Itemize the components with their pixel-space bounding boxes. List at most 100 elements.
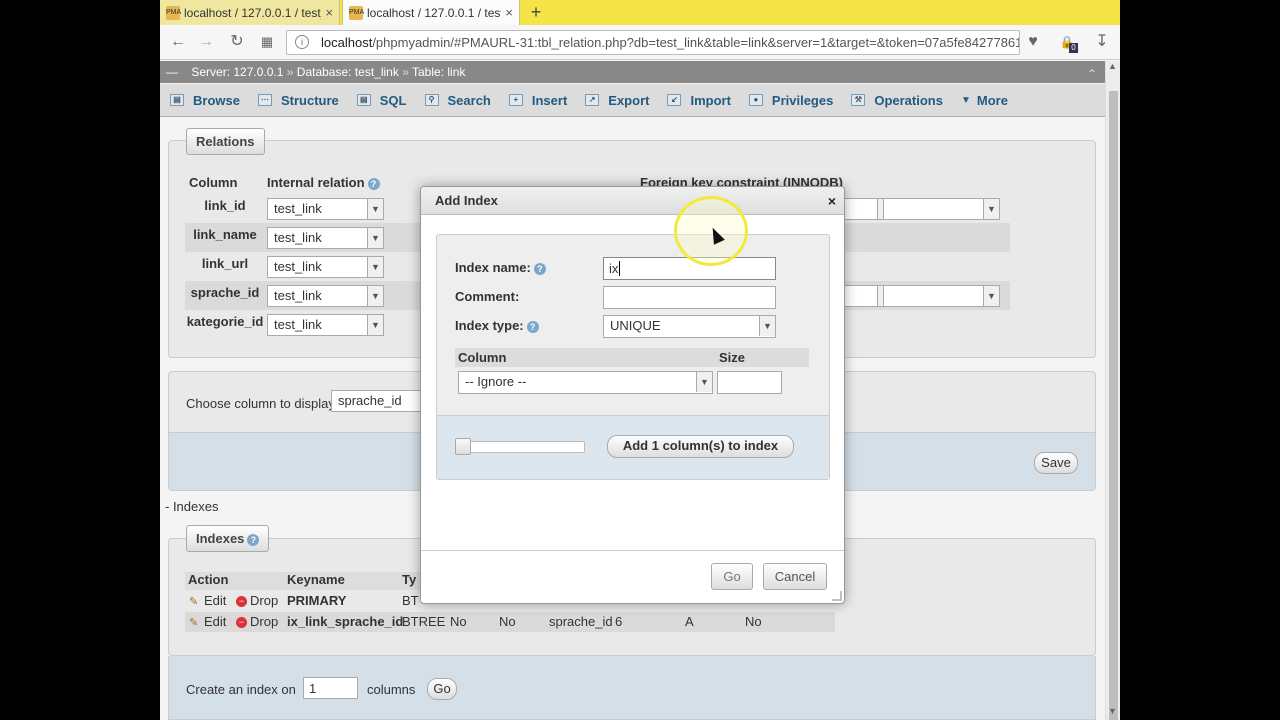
tab-privileges[interactable]: ● Privileges [748, 93, 833, 108]
index-null: No [745, 614, 762, 629]
close-icon[interactable]: × [828, 187, 836, 215]
scroll-down-icon[interactable]: ▼ [1108, 706, 1117, 716]
tab-insert[interactable]: + Insert [508, 93, 567, 108]
resize-grip-icon[interactable] [832, 591, 842, 601]
fk-column-select[interactable]: ▼ [883, 285, 1000, 307]
indexes-legend: Indexes? [186, 525, 270, 552]
tab-title: localhost / 127.0.0.1 / test_ [367, 5, 502, 20]
index-size-input[interactable] [717, 371, 782, 394]
scroll-top-icon[interactable]: ⌃ [1087, 63, 1097, 85]
new-tab-button[interactable]: + [526, 0, 546, 25]
chevron-down-icon: ▼ [367, 228, 383, 248]
chevron-down-icon: ▼ [983, 286, 999, 306]
comment-input[interactable] [603, 286, 776, 309]
reload-icon[interactable]: ↻ [227, 32, 247, 52]
database-crumb[interactable]: Database: test_link [297, 65, 399, 79]
create-index-label: Create an index on [186, 682, 296, 697]
structure-icon: ⋯ [257, 94, 272, 106]
create-index-go-button[interactable]: Go [427, 678, 457, 700]
edit-link[interactable]: ✎ Edit [189, 614, 226, 629]
relations-legend: Relations [186, 128, 265, 155]
relation-column-name: sprache_id [190, 285, 260, 300]
url-path: /phpmyadmin/#PMAURL-31:tbl_relation.php?… [372, 35, 1020, 50]
dialog-footer: Go Cancel [421, 550, 844, 604]
display-column-select[interactable]: sprache_id [331, 390, 426, 412]
dialog-go-button[interactable]: Go [711, 563, 753, 590]
forward-icon[interactable]: → [196, 32, 216, 52]
help-icon[interactable]: ? [247, 533, 260, 546]
table-crumb[interactable]: Table: link [412, 65, 465, 79]
tab-sql[interactable]: ▤ SQL [356, 93, 407, 108]
scrollbar-thumb[interactable] [1109, 91, 1118, 720]
index-cardinality: 6 [615, 614, 623, 629]
chevron-down-icon: ▼ [960, 94, 971, 106]
index-name-label: Index name:? [455, 260, 546, 275]
tab-close-icon[interactable]: × [325, 5, 333, 20]
index-name-input[interactable]: ix [603, 257, 776, 280]
edit-link[interactable]: ✎ Edit [189, 593, 226, 608]
page-info-icon[interactable]: i [295, 35, 309, 49]
help-icon[interactable]: ? [367, 177, 380, 190]
pma-favicon-icon: PMA [349, 5, 364, 20]
tab-search[interactable]: ⚲ Search [424, 93, 491, 108]
browser-tab-1[interactable]: PMA localhost / 127.0.0.1 / test_ × [160, 0, 340, 25]
drop-icon: − [236, 617, 247, 629]
apps-grid-icon[interactable]: ▦ [257, 32, 277, 52]
scroll-up-icon[interactable]: ▲ [1108, 61, 1117, 71]
columns-label: columns [367, 682, 416, 697]
tab-import[interactable]: ↙ Import [667, 93, 731, 108]
collapse-icon[interactable]: — [166, 65, 178, 79]
column-header: Column [189, 175, 238, 190]
relation-db-select[interactable]: test_link ▼ [267, 198, 384, 220]
chevron-down-icon: ▼ [759, 316, 775, 336]
tab-structure[interactable]: ⋯ Structure [257, 93, 339, 108]
index-type-select[interactable]: UNIQUE ▼ [603, 315, 776, 338]
relation-db-select[interactable]: test_link ▼ [267, 285, 384, 307]
tab-close-icon[interactable]: × [505, 5, 513, 20]
tab-more[interactable]: ▼ More [961, 93, 1008, 108]
comment-label: Comment: [455, 289, 520, 304]
index-row: ✎ Edit − Drop ix_link_sprache_id BTREE No … [185, 612, 835, 632]
help-icon[interactable]: ? [533, 262, 546, 275]
back-icon[interactable]: ← [168, 32, 188, 52]
index-column-select[interactable]: -- Ignore -- ▼ [458, 371, 713, 394]
help-icon[interactable]: ? [526, 320, 539, 333]
add-columns-area: Add 1 column(s) to index [437, 415, 829, 479]
download-icon[interactable]: ↧ [1092, 32, 1112, 52]
slider-handle[interactable] [455, 438, 471, 455]
table-menu: ▤ Browse ⋯ Structure ▤ SQL ⚲ Search + Insert … [160, 84, 1105, 117]
index-column-count-input[interactable]: 1 [303, 677, 358, 699]
fk-column-select[interactable]: ▼ [883, 198, 1000, 220]
browser-window: PMA localhost / 127.0.0.1 / test_ × PMA … [160, 0, 1120, 720]
save-button[interactable]: Save [1034, 452, 1078, 474]
indexes-toggle-link[interactable]: - Indexes [165, 499, 218, 514]
add-columns-button[interactable]: Add 1 column(s) to index [607, 435, 794, 458]
server-crumb[interactable]: Server: 127.0.0.1 [191, 65, 283, 79]
drop-link[interactable]: − Drop [236, 593, 278, 608]
pencil-icon: ✎ [189, 595, 199, 608]
chevron-down-icon: ▼ [983, 199, 999, 219]
url-input[interactable]: i localhost/phpmyadmin/#PMAURL-31:tbl_re… [286, 30, 1020, 55]
index-keyname: PRIMARY [287, 593, 347, 608]
drop-link[interactable]: − Drop [236, 614, 278, 629]
chevron-down-icon: ▼ [367, 257, 383, 277]
tab-bar: PMA localhost / 127.0.0.1 / test_ × PMA … [160, 0, 1120, 25]
relation-db-select[interactable]: test_link ▼ [267, 256, 384, 278]
relation-db-select[interactable]: test_link ▼ [267, 227, 384, 249]
chevron-down-icon: ▼ [367, 199, 383, 219]
relation-db-select[interactable]: test_link ▼ [267, 314, 384, 336]
column-count-slider[interactable] [457, 441, 585, 453]
tab-operations[interactable]: ⚒ Operations [851, 93, 943, 108]
index-unique: No [450, 614, 467, 629]
page-scrollbar[interactable]: ▲ ▼ [1105, 61, 1120, 720]
tab-browse[interactable]: ▤ Browse [170, 93, 240, 108]
dialog-cancel-button[interactable]: Cancel [763, 563, 827, 590]
chevron-down-icon: ▼ [367, 286, 383, 306]
heart-icon[interactable]: ♥ [1023, 32, 1043, 52]
dialog-titlebar[interactable]: Add Index × [421, 187, 844, 215]
index-collation: A [685, 614, 694, 629]
chevron-down-icon: ▼ [696, 372, 712, 392]
browser-tab-2-active[interactable]: PMA localhost / 127.0.0.1 / test_ × [342, 0, 520, 25]
wrench-icon: ⚒ [851, 94, 866, 106]
tab-export[interactable]: ↗ Export [585, 93, 649, 108]
